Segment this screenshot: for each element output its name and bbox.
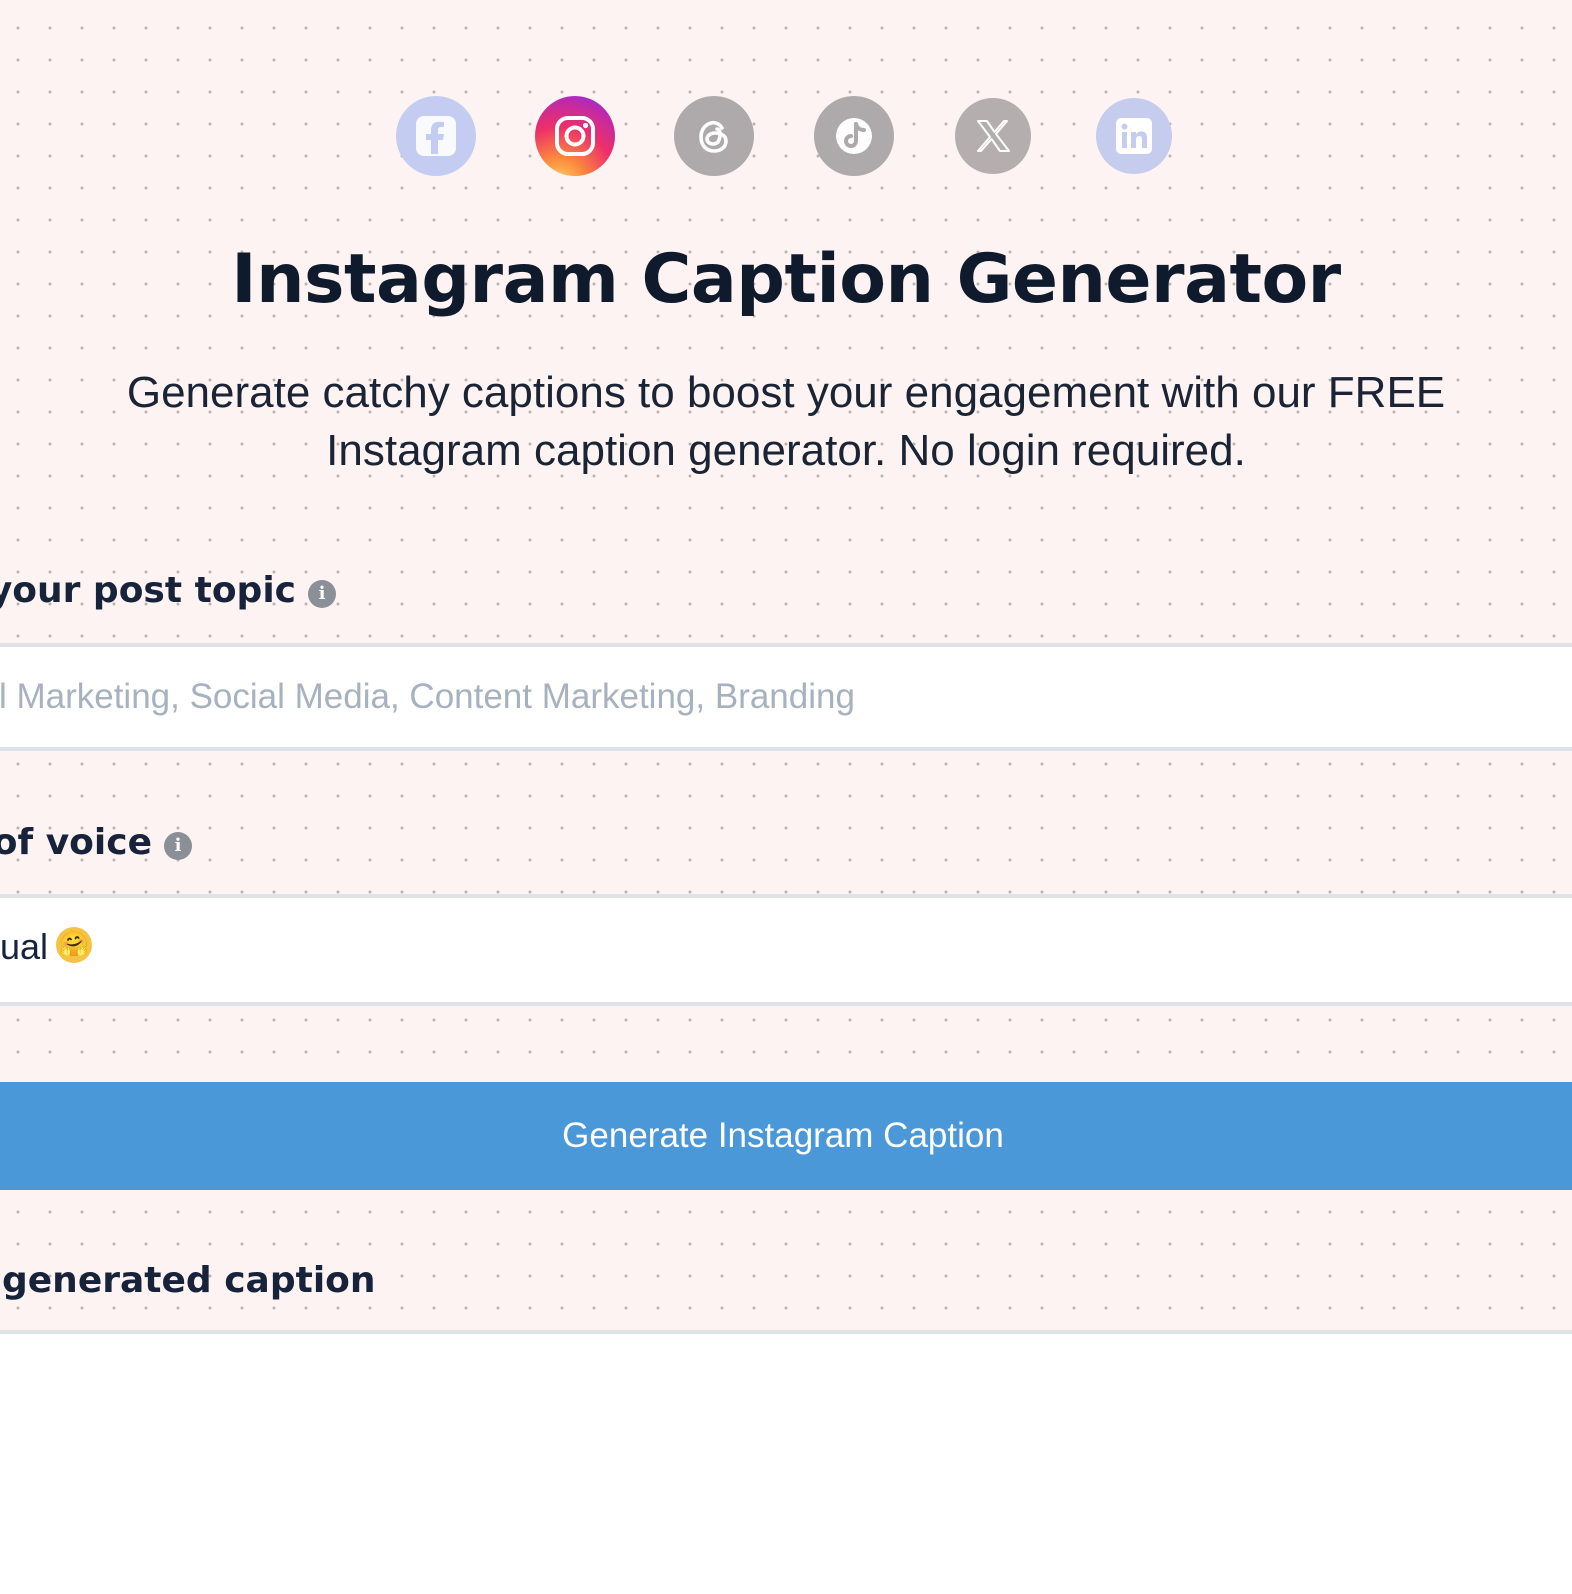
page-subtitle: Generate catchy captions to boost your e… [80, 364, 1492, 480]
instagram-icon[interactable] [535, 96, 615, 176]
topic-input-container [0, 643, 1572, 751]
voice-label: of voice i [0, 822, 192, 863]
tiktok-icon[interactable] [814, 96, 894, 176]
caption-output-area[interactable] [0, 1330, 1572, 1594]
topic-input[interactable] [0, 647, 1572, 747]
subtitle-line-2: Instagram caption generator. No login re… [326, 426, 1246, 475]
hugging-face-emoji-icon: 🤗 [56, 927, 93, 964]
topic-label-text: r your post topic [0, 570, 296, 611]
subtitle-line-1: Generate catchy captions to boost your e… [126, 368, 1446, 417]
voice-label-text: of voice [0, 822, 152, 863]
output-label: generated caption [2, 1260, 376, 1301]
page-title: Instagram Caption Generator [231, 240, 1341, 319]
facebook-icon[interactable] [396, 96, 476, 176]
voice-select[interactable]: sual🤗 [0, 894, 1572, 1006]
generate-caption-button[interactable]: Generate Instagram Caption [0, 1082, 1572, 1190]
info-icon[interactable]: i [164, 831, 192, 860]
info-icon[interactable]: i [308, 579, 336, 608]
x-icon[interactable] [955, 98, 1031, 174]
linkedin-icon[interactable] [1096, 98, 1172, 174]
platform-switcher [0, 96, 1572, 176]
topic-label: r your post topic i [0, 570, 336, 611]
voice-selected-value: sual🤗 [0, 926, 93, 968]
voice-selected-text: sual [0, 926, 49, 967]
threads-icon[interactable] [674, 96, 754, 176]
